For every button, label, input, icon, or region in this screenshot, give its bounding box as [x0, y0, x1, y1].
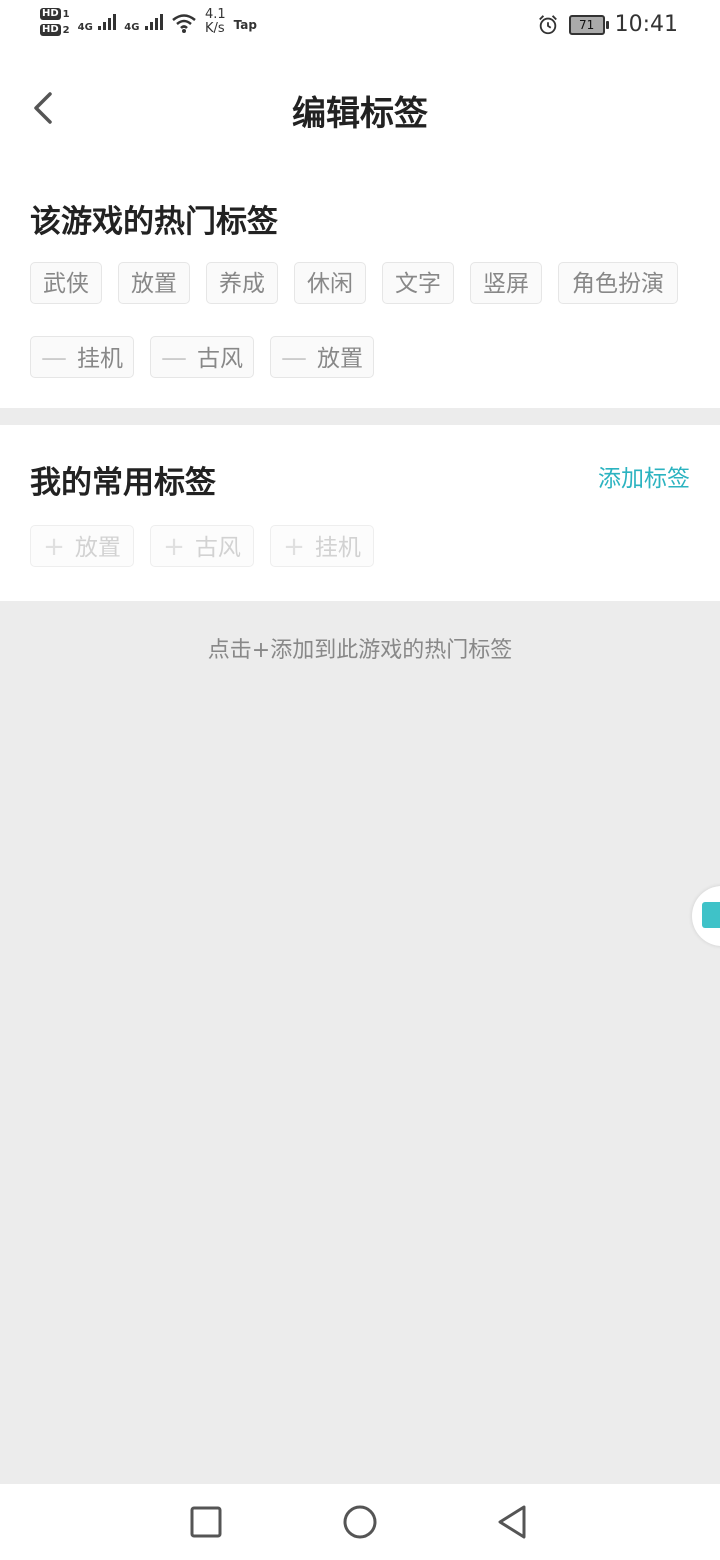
navigation-bar — [0, 1484, 720, 1560]
cube-icon — [702, 902, 720, 928]
minus-icon[interactable]: — — [41, 343, 67, 373]
signal-icon: 4G — [78, 14, 117, 33]
common-tag-chip[interactable]: + 放置 — [30, 525, 134, 567]
removable-tag-chip[interactable]: — 挂机 — [30, 336, 134, 378]
recent-apps-icon[interactable] — [188, 1504, 224, 1540]
plus-icon[interactable]: + — [43, 532, 65, 562]
home-icon[interactable] — [342, 1504, 378, 1540]
tag-chip[interactable]: 休闲 — [294, 262, 366, 304]
page-title: 编辑标签 — [292, 94, 428, 134]
removable-tag-chip[interactable]: — 古风 — [150, 336, 254, 378]
tag-chip[interactable]: 角色扮演 — [558, 262, 678, 304]
floating-button[interactable] — [692, 886, 720, 946]
tag-chip[interactable]: 放置 — [118, 262, 190, 304]
alarm-icon — [538, 14, 557, 34]
battery-icon: 71 — [568, 14, 609, 35]
clock: 10:41 — [614, 12, 678, 37]
removable-tag-chip[interactable]: — 放置 — [270, 336, 374, 378]
plus-icon[interactable]: + — [163, 532, 185, 562]
common-tags-section: 我的常用标签 添加标签 + 放置 + 古风 + 挂机 — [0, 425, 720, 601]
hd-icon: HD 2 — [40, 24, 70, 36]
tag-chip[interactable]: 文字 — [382, 262, 454, 304]
section-title: 我的常用标签 — [30, 465, 216, 501]
hd-icon: HD 1 — [40, 8, 70, 20]
network-speed: 4.1 K/s — [204, 7, 226, 36]
tag-chip[interactable]: 养成 — [206, 262, 278, 304]
minus-icon[interactable]: — — [281, 343, 307, 373]
tag-chip[interactable]: 竖屏 — [470, 262, 542, 304]
wifi-icon — [172, 14, 196, 33]
header: 编辑标签 — [0, 56, 720, 160]
app-badge: Tap — [233, 18, 257, 32]
common-tag-chip[interactable]: + 挂机 — [270, 525, 374, 567]
minus-icon[interactable]: — — [161, 343, 187, 373]
plus-icon[interactable]: + — [283, 532, 305, 562]
common-tag-chip[interactable]: + 古风 — [150, 525, 254, 567]
tag-chip[interactable]: 武侠 — [30, 262, 102, 304]
add-tag-link[interactable]: 添加标签 — [598, 459, 690, 493]
hot-tags-section: 该游戏的热门标签 武侠 放置 养成 休闲 文字 竖屏 角色扮演 — 挂机 — 古风 … — [0, 160, 720, 408]
status-bar: HD 1 HD 2 4G 4G 4.1 K/s Tap 71 10:41 — [0, 0, 720, 56]
signal-icon: 4G — [124, 14, 163, 33]
back-triangle-icon[interactable] — [494, 1504, 530, 1540]
section-title: 该游戏的热门标签 — [30, 204, 278, 240]
hint-text: 点击+添加到此游戏的热门标签 — [207, 638, 513, 663]
